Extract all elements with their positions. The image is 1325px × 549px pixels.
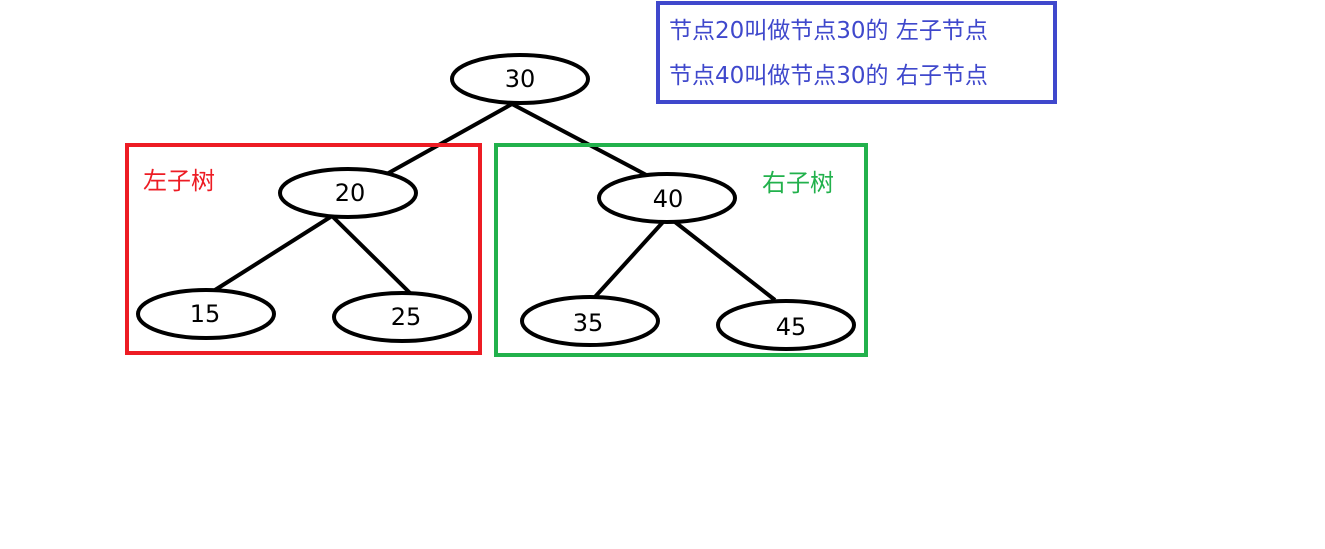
node-label: 25 [391,303,422,331]
right-subtree-label: 右子树 [762,169,834,197]
note-line-2: 节点40叫做节点30的 右子节点 [669,63,988,89]
tree-node-35: 35 [520,295,660,347]
tree-node-40: 40 [597,172,737,224]
tree-node-30: 30 [450,53,590,105]
node-label: 30 [505,65,536,93]
node-label: 35 [573,309,604,337]
node-label: 45 [776,313,807,341]
node-label: 20 [335,179,366,207]
edge-40-35 [592,220,665,300]
left-subtree-label: 左子树 [143,167,215,195]
edge-30-20 [384,102,513,177]
edge-20-15 [213,214,334,292]
tree-node-15: 15 [136,288,276,340]
tree-node-25: 25 [332,291,472,343]
tree-node-45: 45 [716,299,856,351]
node-label: 40 [653,185,684,213]
edge-20-25 [330,214,412,295]
node-label: 15 [190,300,221,328]
edge-30-40 [511,102,653,180]
note-line-1: 节点20叫做节点30的 左子节点 [669,18,988,44]
edge-40-45 [673,220,777,302]
binary-tree-diagram: 30 20 40 15 25 35 45 左子树 右子树 节点20叫做节点30的… [125,1,1057,357]
tree-node-20: 20 [278,167,418,219]
